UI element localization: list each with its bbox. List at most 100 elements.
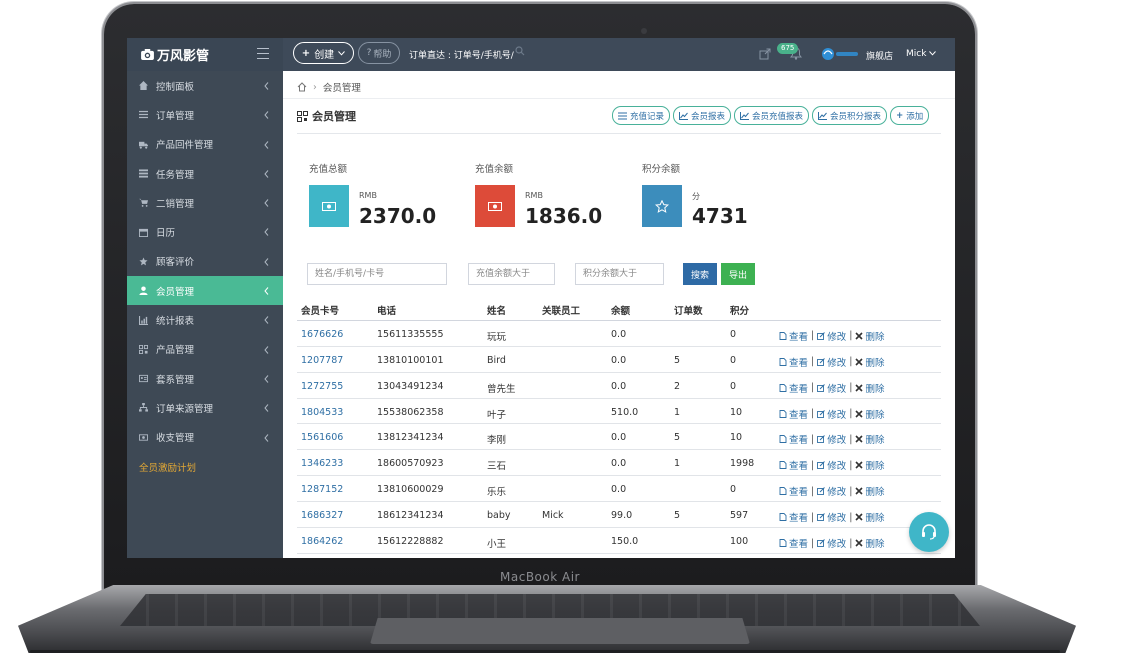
cart-icon — [139, 199, 148, 208]
sidebar-item-0[interactable]: 控制面板 — [127, 71, 283, 100]
menu-toggle-icon[interactable] — [257, 48, 269, 60]
view-action[interactable]: 查看 — [779, 407, 808, 421]
view-action[interactable]: 查看 — [779, 355, 808, 369]
column-header[interactable]: 会员卡号 — [301, 303, 339, 317]
table-cell: 15538062358 — [377, 406, 444, 418]
chevron-down-icon — [338, 50, 346, 56]
chevron-down-icon[interactable] — [929, 51, 936, 56]
view-action[interactable]: 查看 — [779, 381, 808, 395]
column-header[interactable]: 余额 — [611, 303, 630, 317]
delete-label: 删除 — [865, 357, 885, 369]
member-card-link[interactable]: 1272755 — [301, 381, 343, 392]
delete-action[interactable]: 删除 — [855, 484, 884, 498]
delete-action[interactable]: 删除 — [855, 355, 884, 369]
edit-action[interactable]: 修改 — [817, 510, 846, 524]
member-card-link[interactable]: 1287152 — [301, 484, 343, 495]
sidebar-item-6[interactable]: 顾客评价 — [127, 247, 283, 276]
column-header[interactable]: 姓名 — [487, 303, 506, 317]
customer-service-button[interactable] — [909, 512, 949, 552]
table-cell: 18612341234 — [377, 510, 444, 522]
sidebar-item-label: 订单来源管理 — [156, 403, 214, 415]
column-header[interactable]: 积分 — [730, 303, 749, 317]
sidebar-item-13[interactable]: 全员激励计划 — [127, 452, 283, 481]
sidebar-item-label: 顾客评价 — [156, 257, 195, 269]
delete-action[interactable]: 删除 — [855, 510, 884, 524]
delete-action[interactable]: 删除 — [855, 329, 884, 343]
table-row: 1676626 15611335555 玩玩 0.0 0 查看 | 修改 | 删除 — [297, 321, 941, 347]
home-icon[interactable] — [297, 82, 307, 92]
member-card-link[interactable]: 1346233 — [301, 458, 343, 469]
user-menu[interactable]: Mick — [906, 49, 926, 59]
file-icon — [779, 357, 787, 366]
edit-action[interactable]: 修改 — [817, 355, 846, 369]
search-icon[interactable] — [515, 46, 525, 56]
edit-action[interactable]: 修改 — [817, 484, 846, 498]
close-icon — [855, 487, 864, 495]
member-card-link[interactable]: 1686327 — [301, 510, 343, 521]
column-header[interactable]: 关联员工 — [542, 303, 580, 317]
file-icon — [779, 461, 787, 470]
sidebar-item-4[interactable]: 二销管理 — [127, 188, 283, 217]
member-card-link[interactable]: 1207787 — [301, 355, 343, 366]
column-header[interactable]: 订单数 — [674, 303, 703, 317]
delete-action[interactable]: 删除 — [855, 536, 884, 550]
separator: | — [849, 382, 853, 394]
notification-badge: 675 — [777, 43, 799, 54]
export-button[interactable]: 导出 — [721, 263, 755, 285]
sidebar-item-1[interactable]: 订单管理 — [127, 100, 283, 129]
delete-action[interactable]: 删除 — [855, 407, 884, 421]
sidebar-item-9[interactable]: 产品管理 — [127, 335, 283, 364]
table-cell: 0 — [730, 484, 737, 496]
edit-action[interactable]: 修改 — [817, 432, 846, 446]
edit-action[interactable]: 修改 — [817, 329, 846, 343]
share-icon[interactable] — [759, 48, 771, 60]
row-actions: 查看 | 修改 | 删除 — [779, 484, 884, 498]
member-card-link[interactable]: 1804533 — [301, 407, 343, 418]
table-cell: 99.0 — [611, 510, 633, 522]
recharge-records-button[interactable]: 充值记录 — [612, 106, 671, 125]
app-name: 万风影管 — [157, 49, 210, 64]
sidebar-item-label: 二销管理 — [156, 198, 195, 210]
member-card-link[interactable]: 1864262 — [301, 536, 343, 547]
member-points-report-button[interactable]: 会员积分报表 — [812, 106, 888, 125]
member-recharge-report-button[interactable]: 会员充值报表 — [734, 106, 810, 125]
member-card-link[interactable]: 1676626 — [301, 329, 343, 340]
view-action[interactable]: 查看 — [779, 458, 808, 472]
sidebar-item-5[interactable]: 日历 — [127, 217, 283, 246]
column-header[interactable]: 电话 — [377, 303, 396, 317]
view-action[interactable]: 查看 — [779, 536, 808, 550]
sidebar-item-7[interactable]: 会员管理 — [127, 276, 283, 306]
sidebar-item-2[interactable]: 产品回件管理 — [127, 130, 283, 159]
help-button[interactable]: ? 帮助 — [358, 42, 400, 64]
edit-action[interactable]: 修改 — [817, 458, 846, 472]
member-search-input[interactable]: 姓名/手机号/卡号 — [307, 263, 447, 285]
view-action[interactable]: 查看 — [779, 510, 808, 524]
member-card-link[interactable]: 1561606 — [301, 432, 343, 443]
sidebar-item-8[interactable]: 统计报表 — [127, 305, 283, 334]
edit-icon — [817, 513, 826, 522]
delete-action[interactable]: 删除 — [855, 381, 884, 395]
sidebar-item-11[interactable]: 订单来源管理 — [127, 393, 283, 422]
edit-action[interactable]: 修改 — [817, 536, 846, 550]
balance-filter-input[interactable]: 充值余额大于 — [468, 263, 555, 285]
row-actions: 查看 | 修改 | 删除 — [779, 510, 884, 524]
view-action[interactable]: 查看 — [779, 484, 808, 498]
table-cell: 0 — [730, 328, 737, 340]
sidebar-item-12[interactable]: 收支管理 — [127, 423, 283, 452]
sidebar-item-10[interactable]: 套系管理 — [127, 364, 283, 393]
view-action[interactable]: 查看 — [779, 329, 808, 343]
edit-action[interactable]: 修改 — [817, 381, 846, 395]
delete-action[interactable]: 删除 — [855, 458, 884, 472]
store-name[interactable]: 旗舰店 — [866, 49, 893, 62]
add-member-button[interactable]: + 添加 — [890, 106, 930, 125]
delete-action[interactable]: 删除 — [855, 432, 884, 446]
sidebar-item-3[interactable]: 任务管理 — [127, 159, 283, 188]
create-button[interactable]: + 创建 — [293, 42, 354, 64]
order-search-field[interactable]: 订单直达 : 订单号/手机号/ — [409, 48, 514, 61]
edit-action[interactable]: 修改 — [817, 407, 846, 421]
view-action[interactable]: 查看 — [779, 432, 808, 446]
table-cell: 597 — [730, 510, 749, 522]
points-filter-input[interactable]: 积分余额大于 — [575, 263, 664, 285]
member-report-button[interactable]: 会员报表 — [673, 106, 732, 125]
search-button[interactable]: 搜索 — [683, 263, 717, 285]
